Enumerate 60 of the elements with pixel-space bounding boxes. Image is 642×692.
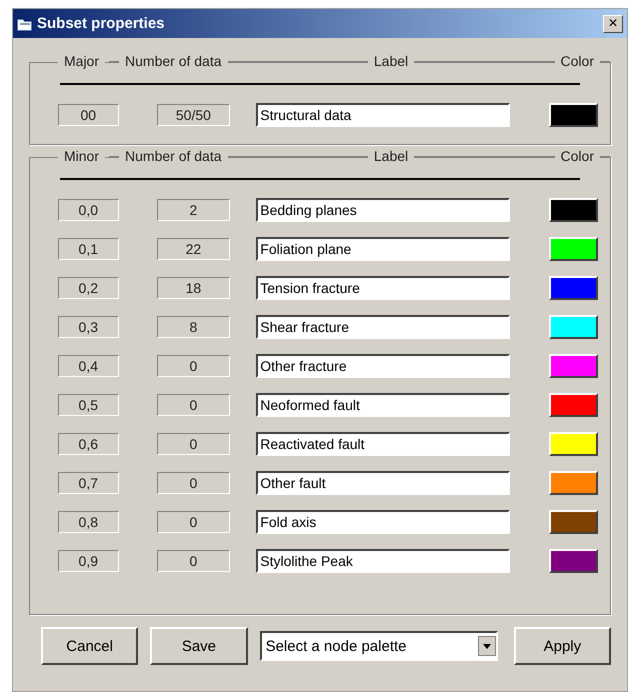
color-swatch[interactable] — [548, 314, 598, 338]
column-header: Minor — [58, 148, 106, 164]
color-swatch[interactable] — [548, 276, 598, 300]
label-field[interactable]: Structural data — [256, 102, 510, 126]
color-swatch[interactable] — [548, 198, 598, 222]
id-field: 0,5 — [58, 394, 119, 416]
label-field[interactable]: Tension fracture — [256, 276, 510, 300]
id-field: 0,0 — [58, 198, 119, 220]
color-swatch[interactable] — [548, 354, 598, 378]
id-field: 0,4 — [58, 354, 119, 376]
apply-button[interactable]: Apply — [514, 627, 611, 665]
count-field: 18 — [156, 276, 230, 298]
count-field: 50/50 — [156, 104, 230, 126]
label-field[interactable]: Stylolithe Peak — [256, 548, 510, 572]
id-field: 0,8 — [58, 510, 119, 532]
column-header: Color — [554, 53, 600, 69]
id-field: 0,6 — [58, 432, 119, 454]
close-button[interactable]: × — [603, 14, 623, 32]
color-swatch[interactable] — [548, 236, 598, 260]
count-field: 0 — [156, 432, 230, 454]
count-field: 0 — [156, 354, 230, 376]
color-swatch[interactable] — [548, 392, 598, 416]
label-field[interactable]: Other fault — [256, 470, 510, 494]
column-header: Number of data — [119, 53, 228, 69]
id-field: 0,2 — [58, 276, 119, 298]
color-swatch[interactable] — [548, 548, 598, 572]
count-field: 0 — [156, 472, 230, 494]
color-swatch[interactable] — [548, 432, 598, 456]
id-field: 0,3 — [58, 316, 119, 338]
column-header: Color — [554, 148, 600, 164]
label-field[interactable]: Bedding planes — [256, 198, 510, 222]
palette-dropdown[interactable]: Select a node palette — [260, 631, 498, 661]
column-header: Label — [368, 148, 414, 164]
id-field: 0,1 — [58, 238, 119, 260]
count-field: 2 — [156, 198, 230, 220]
count-field: 0 — [156, 510, 230, 532]
label-field[interactable]: Other fracture — [256, 354, 510, 378]
color-swatch[interactable] — [548, 102, 598, 126]
label-field[interactable]: Neoformed fault — [256, 392, 510, 416]
color-swatch[interactable] — [548, 510, 598, 534]
id-field: 0,7 — [58, 472, 119, 494]
column-header: Major — [58, 53, 106, 69]
label-field[interactable]: Reactivated fault — [256, 432, 510, 456]
id-field: 0,9 — [58, 550, 119, 572]
save-button[interactable]: Save — [150, 627, 248, 665]
folder-icon — [17, 16, 33, 30]
color-swatch[interactable] — [548, 470, 598, 494]
column-header: Number of data — [119, 148, 228, 164]
id-field: 00 — [58, 104, 119, 126]
label-field[interactable]: Shear fracture — [256, 314, 510, 338]
label-field[interactable]: Fold axis — [256, 510, 510, 534]
column-header: Label — [368, 53, 414, 69]
caret-icon — [478, 636, 496, 656]
label-field[interactable]: Foliation plane — [256, 236, 510, 260]
count-field: 22 — [156, 238, 230, 260]
cancel-button[interactable]: Cancel — [41, 627, 138, 665]
count-field: 0 — [156, 550, 230, 572]
window-title: Subset properties — [37, 15, 166, 32]
count-field: 8 — [156, 316, 230, 338]
count-field: 0 — [156, 394, 230, 416]
